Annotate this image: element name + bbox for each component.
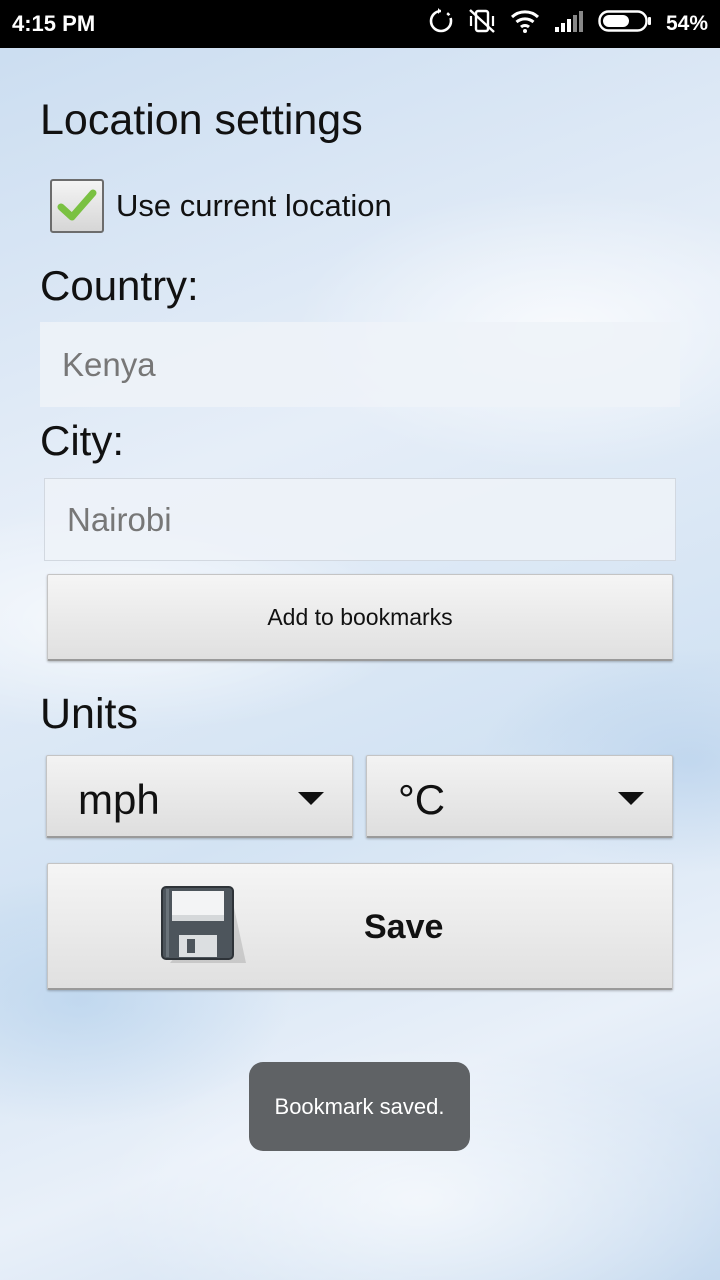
speed-unit-value: mph — [78, 776, 160, 823]
country-input[interactable]: Kenya — [40, 322, 680, 407]
save-label: Save — [364, 908, 444, 946]
country-value: Kenya — [62, 345, 156, 383]
battery-icon — [598, 9, 652, 39]
dropdown-arrow-icon — [298, 792, 324, 805]
battery-percent: 54% — [665, 12, 708, 35]
save-button[interactable]: Save — [47, 863, 673, 990]
add-to-bookmarks-button[interactable]: Add to bookmarks — [47, 574, 673, 661]
status-bar: 4:15 PM 54% — [0, 0, 720, 48]
units-title: Units — [40, 690, 138, 738]
city-input[interactable]: Nairobi — [44, 478, 676, 561]
use-current-location-row[interactable]: Use current location — [50, 177, 392, 235]
status-icons: 54% — [428, 8, 708, 40]
checkmark-icon — [57, 189, 97, 221]
vibrate-icon — [468, 8, 496, 40]
wifi-icon — [510, 9, 540, 39]
floppy-disk-icon — [161, 886, 246, 963]
signal-icon — [554, 9, 584, 39]
sync-icon — [428, 8, 454, 40]
use-current-location-checkbox[interactable] — [50, 179, 104, 233]
use-current-location-label: Use current location — [116, 188, 392, 223]
speed-unit-dropdown[interactable]: mph — [46, 755, 353, 838]
toast-message: Bookmark saved. — [274, 1093, 445, 1119]
dropdown-arrow-icon — [618, 792, 644, 805]
city-value: Nairobi — [67, 500, 172, 538]
city-label: City: — [40, 417, 124, 464]
country-label: Country: — [40, 262, 199, 309]
status-time: 4:15 PM — [12, 11, 96, 36]
toast-notification: Bookmark saved. — [249, 1062, 470, 1151]
location-settings-title: Location settings — [40, 96, 363, 144]
temperature-unit-dropdown[interactable]: °C — [366, 755, 673, 838]
add-to-bookmarks-label: Add to bookmarks — [267, 603, 453, 630]
temperature-unit-value: °C — [398, 776, 446, 823]
